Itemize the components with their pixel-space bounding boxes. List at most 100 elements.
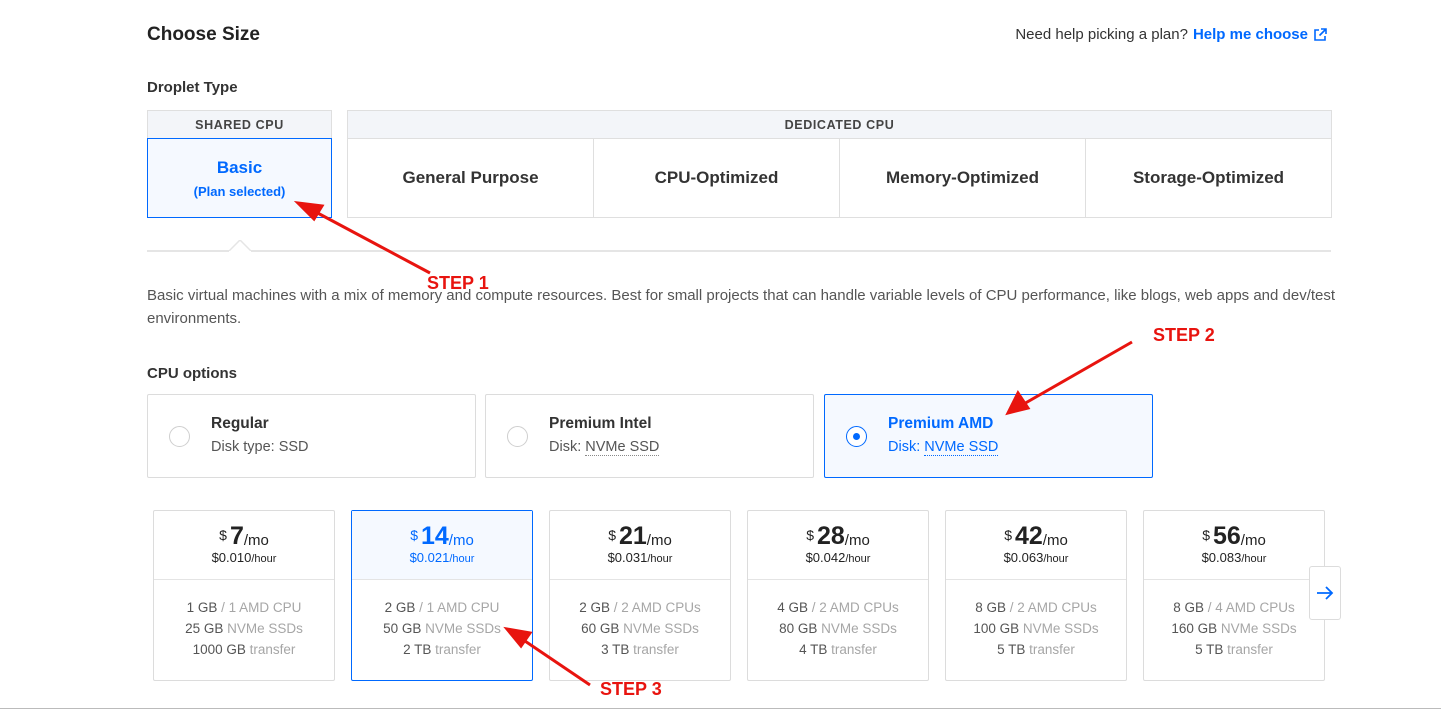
hourly-amount: $0.010 (211, 550, 252, 565)
help-prompt: Need help picking a plan? Help me choose (1015, 26, 1327, 43)
disk-value: 100 GB (973, 621, 1020, 636)
plan-price-area: $28/mo $0.042/hour (748, 511, 928, 580)
transfer-value: 4 TB (799, 642, 828, 657)
currency: $ (1202, 527, 1210, 543)
hourly-price: $0.083/hour (1144, 550, 1324, 565)
monthly-price: $42/mo (946, 523, 1126, 549)
transfer-value: 5 TB (1195, 642, 1224, 657)
radio-button-selected[interactable] (846, 426, 867, 447)
currency: $ (1004, 527, 1012, 543)
step-1-annotation: STEP 1 (427, 273, 489, 293)
cpu-option-name: Regular (211, 415, 269, 432)
memory-value: 2 GB (384, 600, 416, 615)
hourly-unit: /hour (647, 553, 673, 565)
plan-card[interactable]: $7/mo $0.010/hour 1 GB / 1 AMD CPU 25 GB… (153, 510, 335, 681)
general-purpose-button[interactable]: General Purpose (348, 139, 594, 217)
cpu-option-disk: Disk type: SSD (211, 439, 309, 455)
hourly-unit: /hour (1043, 553, 1069, 565)
transfer-value: 3 TB (601, 642, 630, 657)
cpu-value: / 2 AMD CPUs (807, 600, 899, 615)
currency: $ (219, 527, 227, 543)
cpu-option-name: Premium Intel (549, 415, 652, 432)
cpu-option-regular[interactable]: Regular Disk type: SSD (147, 394, 476, 478)
price-period: /mo (243, 532, 269, 549)
spec-disk: 160 GB NVMe SSDs (1144, 618, 1324, 639)
hourly-amount: $0.031 (607, 550, 648, 565)
price-amount: 21 (618, 522, 647, 550)
currency: $ (806, 527, 814, 543)
price-amount: 14 (420, 522, 449, 550)
price-period: /mo (1042, 532, 1068, 549)
section-divider (147, 250, 1331, 252)
hourly-price: $0.010/hour (154, 550, 334, 565)
spec-disk: 80 GB NVMe SSDs (748, 618, 928, 639)
page-title: Choose Size (147, 24, 260, 45)
monthly-price: $14/mo (352, 523, 532, 549)
spec-transfer: 3 TB transfer (550, 639, 730, 660)
radio-button[interactable] (169, 426, 190, 447)
step-2-annotation: STEP 2 (1153, 325, 1215, 345)
memory-optimized-button[interactable]: Memory-Optimized (840, 139, 1086, 217)
transfer-label: transfer (245, 642, 296, 657)
spec-memory: 2 GB / 1 AMD CPU (352, 597, 532, 618)
help-me-choose-link[interactable]: Help me choose (1193, 26, 1308, 43)
cpu-options-label: CPU options (147, 365, 237, 382)
price-period: /mo (448, 532, 474, 549)
dedicated-cpu-group: DEDICATED CPU General Purpose CPU-Optimi… (347, 110, 1332, 218)
price-amount: 56 (1212, 522, 1241, 550)
disk-value: 25 GB (185, 621, 224, 636)
memory-value: 8 GB (975, 600, 1006, 615)
disk-prefix: Disk type: (211, 439, 279, 455)
plan-card[interactable]: $28/mo $0.042/hour 4 GB / 2 AMD CPUs 80 … (747, 510, 929, 681)
disk-type[interactable]: NVMe SSD (924, 439, 999, 456)
spec-disk: 100 GB NVMe SSDs (946, 618, 1126, 639)
basic-plan-button[interactable]: Basic (Plan selected) (147, 138, 332, 218)
spec-transfer: 2 TB transfer (352, 639, 532, 660)
plan-card-selected[interactable]: $14/mo $0.021/hour 2 GB / 1 AMD CPU 50 G… (351, 510, 533, 681)
shared-cpu-header: SHARED CPU (147, 110, 332, 138)
plan-price-area: $56/mo $0.083/hour (1144, 511, 1324, 580)
plan-card[interactable]: $56/mo $0.083/hour 8 GB / 4 AMD CPUs 160… (1143, 510, 1325, 681)
cpu-value: / 2 AMD CPUs (1005, 600, 1097, 615)
transfer-label: transfer (1025, 642, 1075, 657)
disk-value: 50 GB (383, 621, 422, 636)
monthly-price: $56/mo (1144, 523, 1324, 549)
hourly-price: $0.042/hour (748, 550, 928, 565)
radio-button[interactable] (507, 426, 528, 447)
price-period: /mo (646, 532, 672, 549)
price-period: /mo (844, 532, 870, 549)
plan-specs: 8 GB / 4 AMD CPUs 160 GB NVMe SSDs 5 TB … (1144, 580, 1324, 660)
storage-optimized-button[interactable]: Storage-Optimized (1086, 139, 1331, 217)
cpu-option-premium-amd[interactable]: Premium AMD Disk: NVMe SSD (824, 394, 1153, 478)
disk-prefix: Disk: (549, 439, 586, 455)
cpu-option-premium-intel[interactable]: Premium Intel Disk: NVMe SSD (485, 394, 814, 478)
next-plans-button[interactable] (1309, 566, 1341, 620)
transfer-value: 1000 GB (192, 642, 246, 657)
disk-label: NVMe SSDs (1019, 621, 1099, 636)
price-amount: 42 (1014, 522, 1043, 550)
hourly-amount: $0.021 (409, 550, 450, 565)
disk-type[interactable]: NVMe SSD (585, 439, 660, 456)
plan-card[interactable]: $42/mo $0.063/hour 8 GB / 2 AMD CPUs 100… (945, 510, 1127, 681)
disk-label: NVMe SSDs (817, 621, 897, 636)
hourly-unit: /hour (251, 553, 277, 565)
memory-value: 8 GB (1173, 600, 1204, 615)
spec-disk: 50 GB NVMe SSDs (352, 618, 532, 639)
cpu-optimized-button[interactable]: CPU-Optimized (594, 139, 840, 217)
transfer-value: 5 TB (997, 642, 1026, 657)
hourly-price: $0.063/hour (946, 550, 1126, 565)
cpu-value: / 2 AMD CPUs (609, 600, 701, 615)
external-link-icon[interactable] (1313, 27, 1327, 42)
spec-transfer: 5 TB transfer (1144, 639, 1324, 660)
help-text: Need help picking a plan? (1015, 26, 1188, 43)
plan-card[interactable]: $21/mo $0.031/hour 2 GB / 2 AMD CPUs 60 … (549, 510, 731, 681)
disk-type: SSD (278, 439, 309, 455)
monthly-price: $28/mo (748, 523, 928, 549)
price-amount: 28 (816, 522, 845, 550)
droplet-type-label: Droplet Type (147, 79, 238, 96)
basic-plan-label: Basic (216, 157, 263, 177)
plan-price-area: $42/mo $0.063/hour (946, 511, 1126, 580)
transfer-label: transfer (431, 642, 481, 657)
plan-specs: 1 GB / 1 AMD CPU 25 GB NVMe SSDs 1000 GB… (154, 580, 334, 660)
disk-value: 80 GB (779, 621, 818, 636)
